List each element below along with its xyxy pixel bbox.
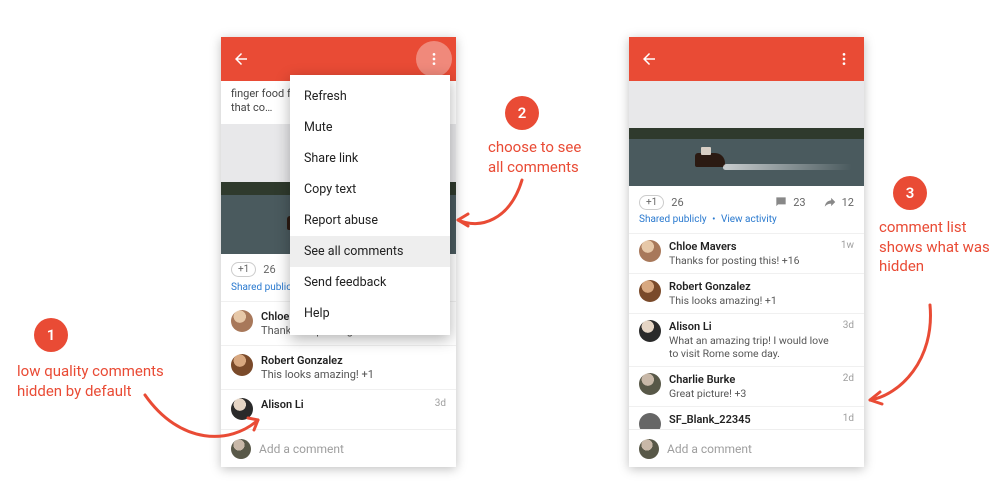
avatar [639, 373, 661, 395]
comment-text: Thanks for posting this! +16 [669, 254, 833, 267]
comment-author: Alison Li [261, 398, 427, 411]
overflow-menu-button[interactable] [834, 49, 854, 69]
post-meta: Shared publicly • View activity [629, 214, 864, 233]
overflow-menu-button[interactable] [416, 41, 452, 77]
annotation-badge-1: 1 [34, 318, 68, 352]
comment-row[interactable]: Chloe Mavers Thanks for posting this! +1… [629, 233, 864, 273]
comment-author: Charlie Burke [669, 373, 835, 386]
comment-author: SF_Blank_22345 [669, 413, 835, 426]
plus-one-button[interactable]: +1 [231, 262, 256, 277]
back-button[interactable] [639, 49, 659, 69]
avatar [639, 439, 659, 459]
comment-author: Robert Gonzalez [261, 354, 438, 367]
app-bar [629, 37, 864, 81]
comment-author: Alison Li [669, 320, 835, 333]
comment-time: 1w [841, 240, 854, 251]
avatar [639, 240, 661, 262]
comment-time: 3d [843, 320, 854, 331]
comment-time: 3d [435, 398, 446, 409]
share-icon[interactable] [822, 194, 838, 210]
annotation-text-2: choose to see all comments [488, 138, 588, 177]
comment-row[interactable]: Alison Li What an amazing trip! I would … [629, 313, 864, 366]
shared-publicly-link[interactable]: Shared publicly [231, 282, 299, 293]
annotation-arrow-3 [860, 300, 940, 410]
avatar [231, 354, 253, 376]
comment-time: 2d [843, 373, 854, 384]
comment-row[interactable]: Charlie Burke Great picture! +3 2d [629, 366, 864, 406]
avatar [639, 320, 661, 342]
comment-text: Great picture! +3 [669, 387, 835, 400]
menu-item-send-feedback[interactable]: Send feedback [290, 267, 450, 298]
comment-text: This looks amazing! +1 [261, 368, 438, 381]
annotation-text-3: comment list shows what was hidden [879, 218, 999, 277]
arrow-left-icon [640, 50, 658, 68]
plus-one-button[interactable]: +1 [639, 195, 664, 210]
comment-time: 1d [843, 413, 854, 424]
add-comment-placeholder: Add a comment [667, 442, 752, 456]
plus-one-count: 26 [671, 196, 683, 209]
menu-item-mute[interactable]: Mute [290, 112, 450, 143]
phone-screen-2: +1 26 23 12 Shared publicly • View activ… [629, 37, 864, 467]
more-vertical-icon [426, 51, 442, 67]
menu-item-help[interactable]: Help [290, 298, 450, 329]
annotation-arrow-1 [140, 390, 270, 460]
plus-one-count: 26 [263, 263, 275, 276]
overflow-menu: Refresh Mute Share link Copy text Report… [290, 75, 450, 335]
comment-text: What an amazing trip! I would love to vi… [669, 334, 835, 360]
comment-author: Robert Gonzalez [669, 280, 846, 293]
annotation-badge-3: 3 [893, 176, 927, 210]
add-comment-placeholder: Add a comment [259, 442, 344, 456]
comment-icon[interactable] [773, 194, 789, 210]
back-button[interactable] [231, 49, 251, 69]
arrow-left-icon [232, 50, 250, 68]
avatar [231, 310, 253, 332]
annotation-arrow-2 [450, 175, 530, 240]
comment-count: 23 [793, 196, 805, 209]
menu-item-see-all-comments[interactable]: See all comments [290, 236, 450, 267]
avatar [639, 280, 661, 302]
menu-item-share-link[interactable]: Share link [290, 143, 450, 174]
add-comment-bar[interactable]: Add a comment [629, 429, 864, 467]
comment-author: Chloe Mavers [669, 240, 833, 253]
shared-publicly-link[interactable]: Shared publicly [639, 214, 707, 225]
share-count: 12 [842, 196, 854, 209]
annotation-badge-2: 2 [505, 96, 539, 130]
post-photo[interactable] [629, 81, 864, 186]
comment-row[interactable]: Robert Gonzalez This looks amazing! +1 [221, 345, 456, 389]
menu-item-report-abuse[interactable]: Report abuse [290, 205, 450, 236]
more-vertical-icon [836, 51, 852, 67]
comment-text: This looks amazing! +1 [669, 294, 846, 307]
view-activity-link[interactable]: View activity [721, 214, 777, 225]
post-stats: +1 26 23 12 [629, 186, 864, 214]
menu-item-refresh[interactable]: Refresh [290, 81, 450, 112]
comment-row[interactable]: Robert Gonzalez This looks amazing! +1 [629, 273, 864, 313]
menu-item-copy-text[interactable]: Copy text [290, 174, 450, 205]
